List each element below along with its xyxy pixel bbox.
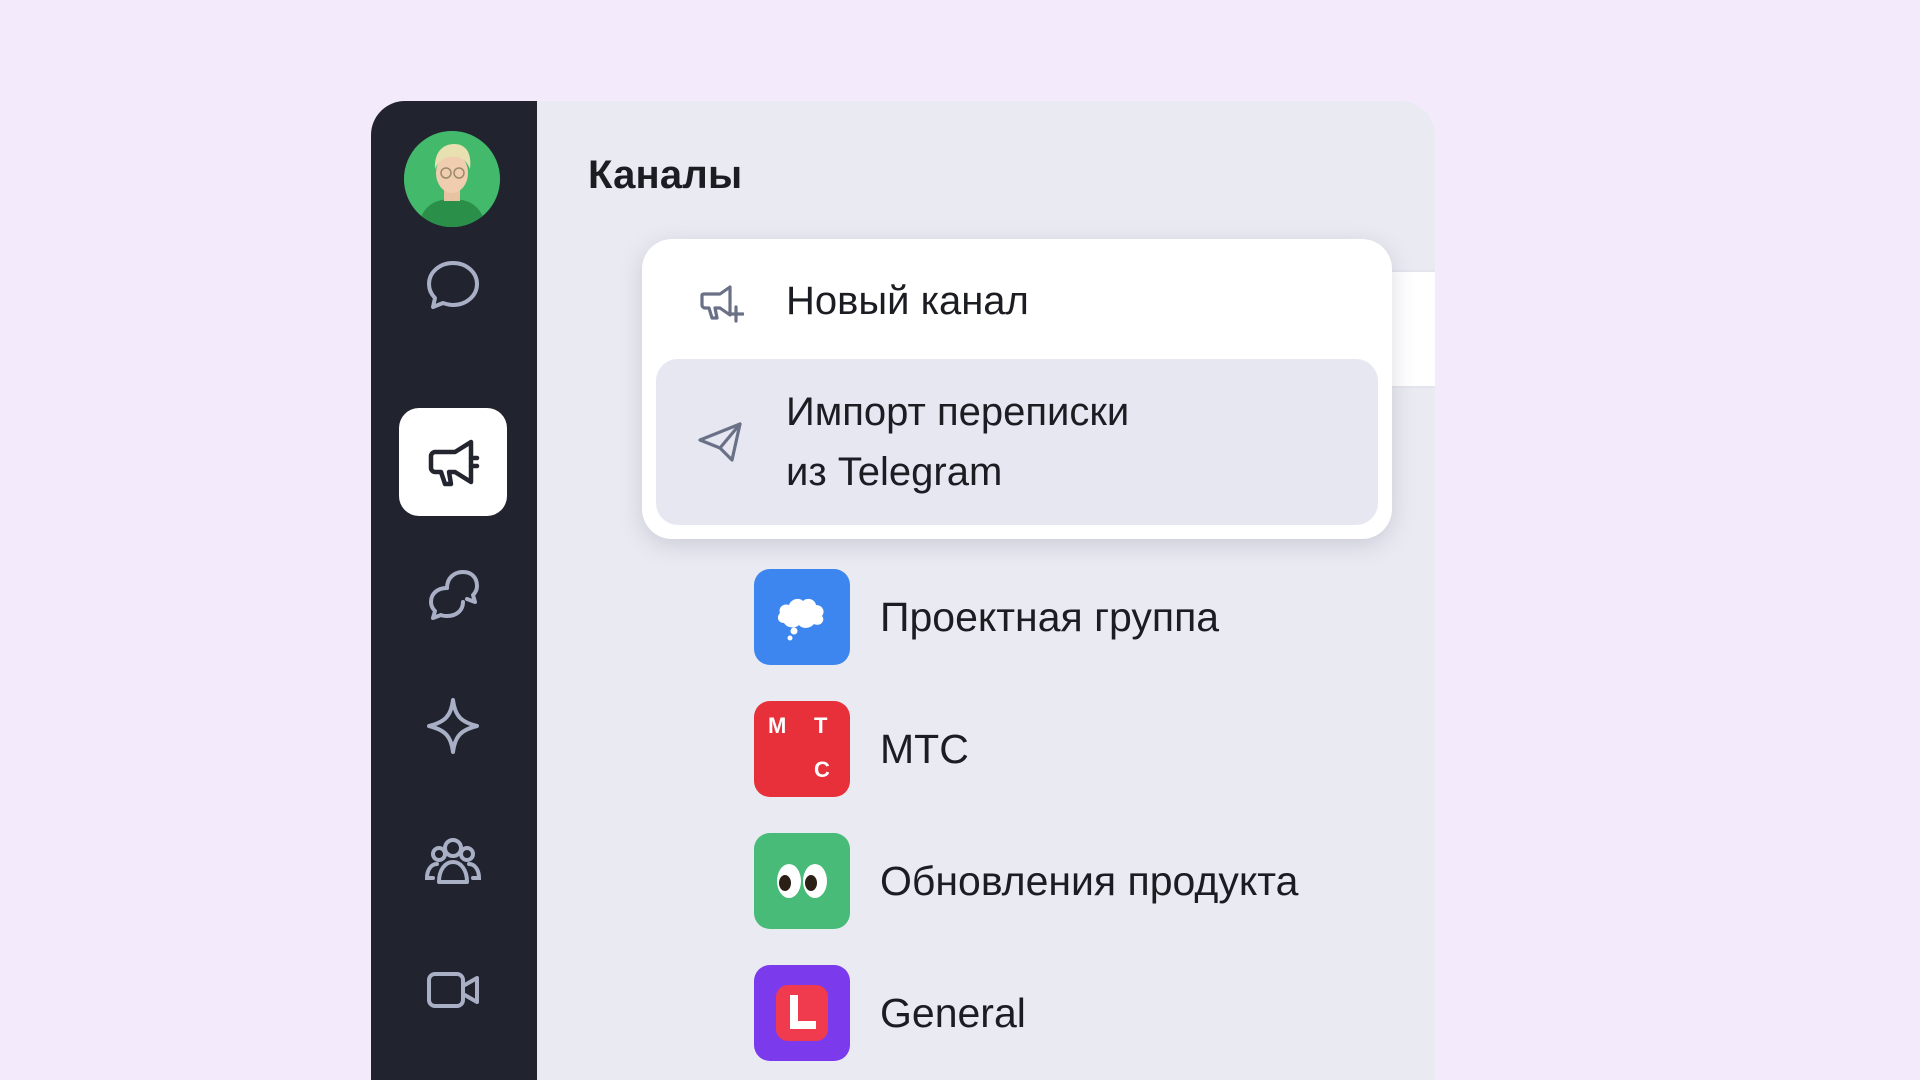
menu-item-import-telegram[interactable]: Импорт переписки из Telegram <box>656 359 1378 525</box>
channel-name: Обновления продукта <box>880 857 1299 904</box>
channel-row-general[interactable]: General <box>754 965 1435 1061</box>
menu-item-label: Импорт переписки из Telegram <box>786 382 1129 502</box>
mts-logo-letter: М <box>768 713 787 738</box>
video-camera-icon <box>427 972 479 1008</box>
l-logo-icon <box>776 985 828 1041</box>
threads-icon <box>429 570 479 620</box>
sparkle-icon <box>427 698 479 754</box>
rail-channels-button[interactable] <box>399 408 507 516</box>
menu-item-label-line: из Telegram <box>786 450 1003 494</box>
megaphone-icon <box>428 439 480 487</box>
left-rail <box>371 101 537 1080</box>
rail-threads-button[interactable] <box>399 540 507 648</box>
megaphone-plus-icon <box>690 271 750 331</box>
channel-name: General <box>880 989 1026 1036</box>
channel-row-product-updates[interactable]: Обновления продукта 4 <box>754 833 1435 929</box>
add-menu-dropdown: Новый канал Импорт переписки из Telegram <box>642 239 1392 539</box>
mts-logo-letter: С <box>814 757 830 782</box>
channel-avatar <box>754 965 850 1061</box>
channel-row-mts[interactable]: М Т С МТС 10 <box>754 701 1435 797</box>
menu-item-label-line: Импорт переписки <box>786 390 1130 434</box>
channel-avatar <box>754 833 850 929</box>
channel-name: МТС <box>880 725 969 772</box>
cloud-icon <box>777 598 824 641</box>
chat-bubble-icon <box>427 261 479 309</box>
page-title: Каналы <box>588 153 743 197</box>
menu-item-label: Новый канал <box>786 279 1029 323</box>
channel-name: Проектная группа <box>880 593 1220 640</box>
eyes-icon <box>777 864 827 898</box>
menu-item-new-channel[interactable]: Новый канал <box>656 253 1378 349</box>
people-icon <box>424 838 482 884</box>
channel-avatar <box>754 569 850 665</box>
channel-row-project-group[interactable]: Проектная группа <box>754 569 1435 665</box>
rail-calls-button[interactable] <box>399 936 507 1044</box>
paper-plane-icon <box>690 412 750 472</box>
channel-avatar: М Т С <box>754 701 850 797</box>
rail-chats-button[interactable] <box>399 231 507 339</box>
rail-favorites-button[interactable] <box>399 672 507 780</box>
mts-logo-letter: Т <box>814 713 828 738</box>
user-avatar[interactable] <box>404 131 500 227</box>
rail-contacts-button[interactable] <box>399 804 507 912</box>
